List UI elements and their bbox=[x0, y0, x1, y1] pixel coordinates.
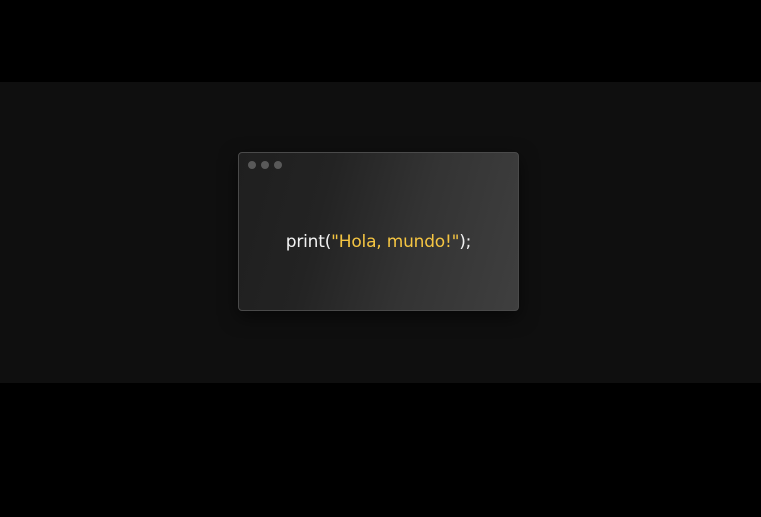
close-dot-icon[interactable] bbox=[248, 161, 256, 169]
code-function-name: print bbox=[285, 232, 325, 252]
code-line: print("Hola, mundo!"); bbox=[239, 231, 518, 253]
code-close-paren: ); bbox=[459, 232, 472, 252]
window-controls bbox=[248, 161, 282, 169]
minimize-dot-icon[interactable] bbox=[261, 161, 269, 169]
code-string-literal: "Hola, mundo!" bbox=[331, 232, 460, 252]
code-window: print("Hola, mundo!"); bbox=[238, 152, 519, 311]
maximize-dot-icon[interactable] bbox=[274, 161, 282, 169]
